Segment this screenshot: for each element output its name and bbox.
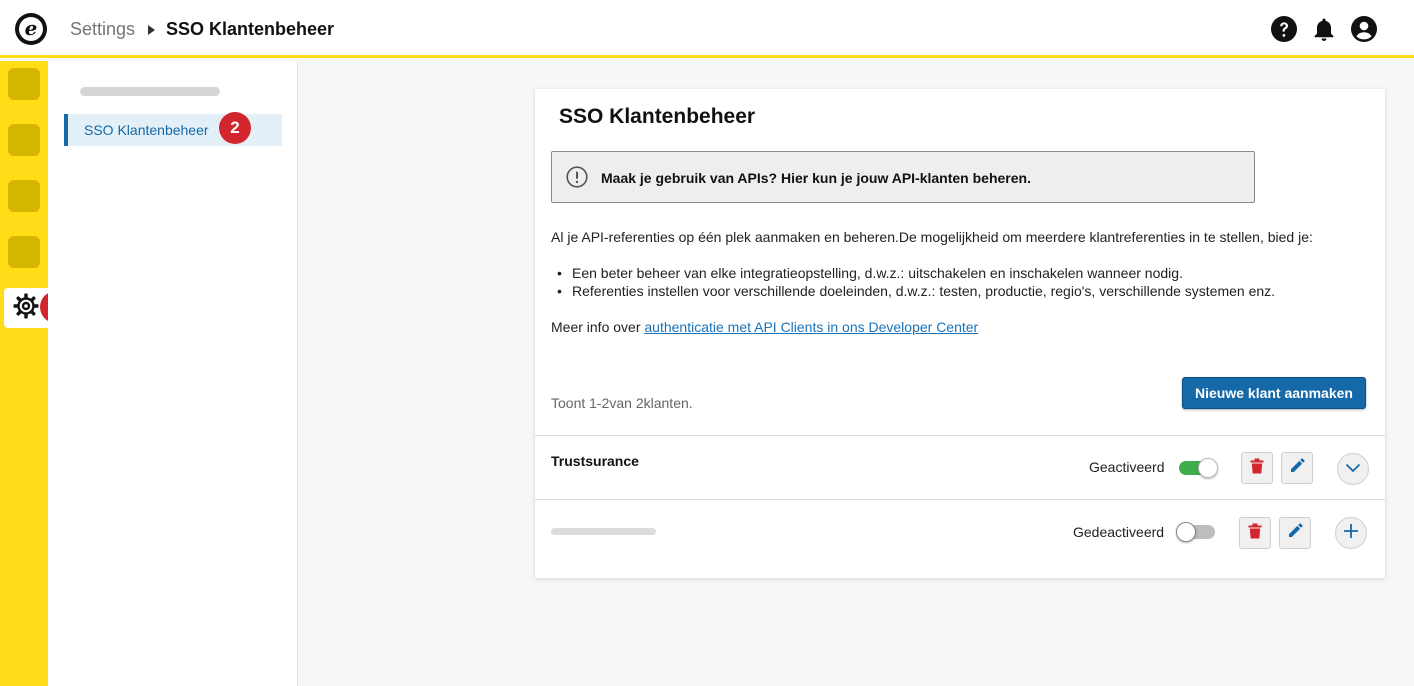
pencil-icon: [1290, 458, 1305, 478]
more-info-prefix: Meer info over: [551, 319, 645, 335]
subnav-item-label: SSO Klantenbeheer: [84, 122, 209, 138]
delete-client-button[interactable]: [1241, 452, 1273, 484]
toggle-knob: [1176, 522, 1196, 542]
chevron-down-icon: [1345, 460, 1361, 478]
breadcrumb-current: SSO Klantenbeheer: [166, 19, 335, 39]
settings-subnav: SSO Klantenbeheer: [48, 61, 298, 686]
logo-letter: e: [19, 17, 43, 41]
alert-circle-icon: [566, 166, 588, 193]
user-icon[interactable]: [1351, 16, 1377, 42]
help-icon[interactable]: [1271, 16, 1297, 42]
client-status: Gedeactiveerd: [1073, 524, 1165, 540]
list-item: Referenties instellen voor verschillende…: [557, 282, 1275, 300]
client-active-toggle[interactable]: [1179, 458, 1218, 478]
gear-icon: [12, 292, 40, 325]
rail-item-4[interactable]: [8, 236, 40, 268]
intro-text: Al je API-referenties op één plek aanmak…: [551, 229, 1313, 245]
breadcrumb-separator-icon: [148, 25, 155, 35]
developer-center-link[interactable]: authenticatie met API Clients in ons Dev…: [644, 319, 978, 335]
plus-icon: [1343, 523, 1359, 544]
rail-item-2[interactable]: [8, 124, 40, 156]
client-status: Geactiveerd: [1089, 459, 1165, 475]
rail-item-1[interactable]: [8, 68, 40, 100]
trash-icon: [1248, 523, 1262, 544]
edit-client-button[interactable]: [1281, 452, 1313, 484]
app-logo[interactable]: e: [15, 13, 47, 45]
feature-list: Een beter beheer van elke integratieopst…: [557, 264, 1275, 300]
delete-client-button[interactable]: [1239, 517, 1271, 549]
bell-icon[interactable]: [1311, 16, 1337, 42]
add-client-button[interactable]: [1335, 517, 1367, 549]
rail-item-3[interactable]: [8, 180, 40, 212]
pencil-icon: [1288, 523, 1303, 543]
list-item: Een beter beheer van elke integratieopst…: [557, 264, 1275, 282]
more-info: Meer info over authenticatie met API Cli…: [551, 319, 978, 335]
notice-text: Maak je gebruik van APIs? Hier kun je jo…: [601, 170, 1031, 186]
toggle-knob: [1198, 458, 1218, 478]
edit-client-button[interactable]: [1279, 517, 1311, 549]
app-rail: [0, 61, 48, 686]
client-active-toggle[interactable]: [1176, 522, 1215, 542]
info-notice: Maak je gebruik van APIs? Hier kun je jo…: [551, 151, 1255, 203]
client-name-placeholder: [551, 528, 656, 535]
table-row: Gedeactiveerd: [535, 499, 1385, 563]
trash-icon: [1250, 458, 1264, 479]
breadcrumb-settings[interactable]: Settings: [70, 19, 135, 40]
table-row: Trustsurance Geactiveerd: [535, 435, 1385, 499]
top-header: e Settings SSO Klantenbeheer: [0, 0, 1414, 58]
new-client-button[interactable]: Nieuwe klant aanmaken: [1182, 377, 1366, 409]
client-count: Toont 1-2van 2klanten.: [551, 395, 693, 411]
subnav-heading-placeholder: [80, 87, 220, 96]
page-title: SSO Klantenbeheer: [559, 105, 756, 128]
client-name: Trustsurance: [551, 453, 639, 469]
step-badge-2: 2: [219, 112, 251, 144]
sso-card: SSO Klantenbeheer Maak je gebruik van AP…: [535, 89, 1385, 578]
expand-client-button[interactable]: [1337, 453, 1369, 485]
